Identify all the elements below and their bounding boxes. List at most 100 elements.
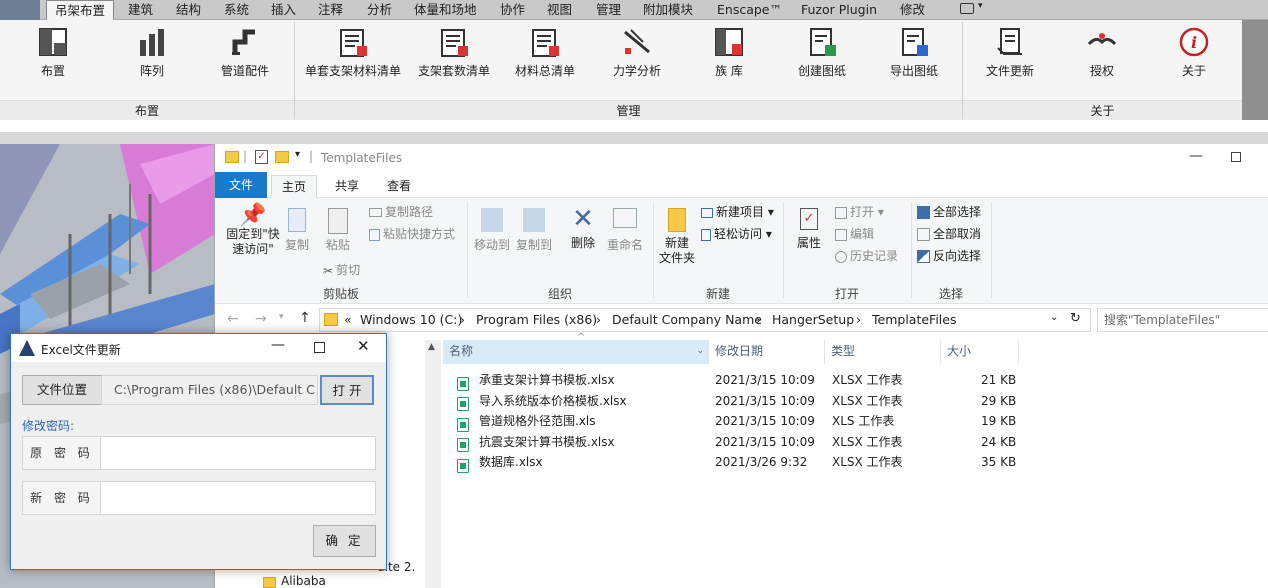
forward-arrow-icon[interactable]: → — [255, 311, 267, 327]
column-dropdown-icon[interactable]: ⌄ — [696, 340, 704, 362]
tab-analyze[interactable]: 分析 — [367, 0, 392, 20]
maximize-icon[interactable] — [1231, 152, 1241, 162]
paste-button[interactable]: 粘贴 — [323, 208, 353, 253]
panel-toggle-icon[interactable] — [960, 3, 974, 14]
breadcrumb-drive[interactable]: Windows 10 (C:) — [360, 312, 462, 327]
tab-systems[interactable]: 系统 — [224, 0, 249, 20]
nav-scrollbar[interactable]: ▲ — [425, 340, 441, 588]
breadcrumb-program-files[interactable]: Program Files (x86) — [476, 312, 597, 327]
quick-access-dropdown-icon[interactable]: ▾ — [295, 149, 300, 160]
chevron-down-icon[interactable]: ▾ — [978, 1, 983, 11]
mechanics-analysis-button[interactable]: 力学分析 — [589, 24, 685, 94]
layout-button[interactable]: 布置 — [5, 24, 101, 94]
pipe-fittings-button[interactable]: 管道配件 — [197, 24, 293, 94]
column-type[interactable]: 类型 — [825, 340, 941, 364]
tab-architecture[interactable]: 建筑 — [128, 0, 153, 20]
export-drawing-button[interactable]: 导出图纸 — [866, 24, 962, 94]
paste-icon — [328, 208, 348, 234]
column-modified[interactable]: 修改日期 — [709, 340, 825, 364]
tab-modify[interactable]: 修改 — [900, 0, 925, 20]
breadcrumb-hangersetup[interactable]: HangerSetup — [772, 312, 854, 327]
search-input[interactable]: 搜索"TemplateFiles" — [1097, 308, 1268, 332]
history-button[interactable]: 历史记录 — [835, 246, 898, 266]
open-icon — [835, 206, 847, 219]
minimize-icon[interactable]: — — [1189, 148, 1203, 164]
nav-item-alibaba[interactable]: Alibaba — [281, 574, 326, 588]
file-update-button[interactable]: 文件更新 — [962, 24, 1058, 94]
family-library-button[interactable]: 族 库 — [681, 24, 777, 94]
paste-shortcut-button[interactable]: 粘贴快捷方式 — [369, 224, 455, 244]
address-bar[interactable]: « Windows 10 (C:) › Program Files (x86) … — [319, 308, 1091, 332]
mechanics-icon — [624, 29, 650, 54]
material-total-button[interactable]: 材料总清单 — [497, 24, 593, 94]
copy-button[interactable]: 复制 — [283, 208, 311, 253]
tab-collaborate[interactable]: 协作 — [500, 0, 525, 20]
new-password-input[interactable] — [100, 481, 376, 515]
invert-selection-button[interactable]: 反向选择 — [917, 246, 981, 266]
delete-button[interactable]: ✕ 删除 — [565, 204, 601, 251]
rename-button[interactable]: 重命名 — [605, 208, 645, 253]
move-to-button[interactable]: 移动到 — [473, 208, 511, 253]
tab-manage[interactable]: 管理 — [596, 0, 621, 20]
new-folder-button[interactable]: 新建 文件夹 — [655, 208, 699, 266]
open-file-button[interactable]: 打 开 — [320, 375, 374, 405]
refresh-icon[interactable]: ↻ — [1070, 311, 1081, 326]
new-item-button[interactable]: 新建项目 ▾ — [701, 202, 774, 222]
file-row[interactable]: 抗震支架计算书模板.xlsx 2021/3/15 10:09 XLSX 工作表 24 … — [443, 432, 1268, 452]
close-icon[interactable]: ✕ — [357, 337, 370, 355]
address-dropdown-icon[interactable]: ⌄ — [1050, 312, 1058, 323]
authorize-button[interactable]: 授权 — [1054, 24, 1150, 94]
tab-view[interactable]: 视图 — [547, 0, 572, 20]
tab-share[interactable]: 共享 — [325, 175, 369, 198]
tab-massing[interactable]: 体量和场地 — [414, 0, 477, 20]
cut-button[interactable]: ✂ 剪切 — [323, 260, 360, 280]
copy-path-button[interactable]: 复制路径 — [369, 202, 433, 222]
edit-button[interactable]: 编辑 — [835, 224, 874, 244]
array-button[interactable]: 阵列 — [104, 24, 200, 94]
hanger-count-button[interactable]: 支架套数清单 — [406, 24, 502, 94]
open-button[interactable]: 打开 ▾ — [835, 202, 884, 222]
new-folder-icon[interactable] — [275, 151, 289, 163]
tab-fuzor[interactable]: Fuzor Plugin — [801, 0, 877, 20]
easy-access-button[interactable]: 轻松访问 ▾ — [701, 224, 772, 244]
file-path-field[interactable]: C:\Program Files (x86)\Default C — [101, 375, 318, 405]
file-row[interactable]: 承重支架计算书模板.xlsx 2021/3/15 10:09 XLSX 工作表 21 … — [443, 370, 1268, 391]
breadcrumb-templatefiles[interactable]: TemplateFiles — [872, 312, 956, 327]
tab-hanger-layout[interactable]: 吊架布置 — [46, 0, 115, 20]
column-size[interactable]: 大小 — [941, 340, 1019, 364]
column-name[interactable]: 名称 ⌄ — [443, 340, 709, 364]
tab-structure[interactable]: 结构 — [176, 0, 201, 20]
tab-file[interactable]: 文件 — [215, 172, 268, 198]
pin-quick-access-button[interactable]: 📌 固定到"快速访问" — [221, 205, 285, 257]
minimize-icon[interactable]: — — [271, 337, 285, 353]
properties-check-icon[interactable]: ✓ — [255, 150, 268, 164]
back-arrow-icon[interactable]: ← — [227, 311, 239, 327]
up-arrow-icon[interactable]: ↑ — [299, 310, 311, 326]
file-name: 抗震支架计算书模板.xlsx — [479, 434, 615, 449]
breadcrumb-company[interactable]: Default Company Name — [612, 312, 762, 327]
create-drawing-button[interactable]: 创建图纸 — [774, 24, 870, 94]
select-none-button[interactable]: 全部取消 — [917, 224, 981, 244]
tab-home[interactable]: 主页 — [271, 175, 318, 198]
confirm-button[interactable]: 确 定 — [313, 525, 376, 557]
tab-view[interactable]: 查看 — [377, 175, 421, 198]
tab-insert[interactable]: 插入 — [271, 0, 296, 20]
tab-addins[interactable]: 附加模块 — [643, 0, 693, 20]
scroll-up-icon[interactable]: ▲ — [428, 342, 435, 352]
breadcrumb-overflow[interactable]: « — [344, 312, 352, 327]
recent-dropdown-icon[interactable]: ▾ — [279, 312, 284, 322]
app-menu-button[interactable] — [0, 0, 40, 20]
single-bom-button[interactable]: 单套支架材料清单 — [300, 24, 406, 94]
maximize-icon[interactable] — [314, 342, 325, 353]
file-row[interactable]: 导入系统版本价格模板.xlsx 2021/3/15 10:09 XLSX 工作表 29… — [443, 391, 1268, 411]
file-row[interactable]: 数据库.xlsx 2021/3/26 9:32 XLSX 工作表 35 KB — [443, 452, 1268, 473]
file-row[interactable]: 管道规格外径范围.xls 2021/3/15 10:09 XLS 工作表 19 KB — [443, 411, 1268, 432]
tab-annotate[interactable]: 注释 — [318, 0, 343, 20]
select-all-button[interactable]: 全部选择 — [917, 202, 981, 222]
tab-enscape[interactable]: Enscape™ — [717, 0, 782, 20]
properties-button[interactable]: ✓ 属性 — [791, 208, 827, 251]
about-button[interactable]: i 关于 — [1146, 24, 1242, 94]
old-password-input[interactable] — [100, 436, 376, 470]
group-label-layout: 布置 — [0, 100, 294, 120]
copy-to-button[interactable]: 复制到 — [515, 208, 553, 253]
